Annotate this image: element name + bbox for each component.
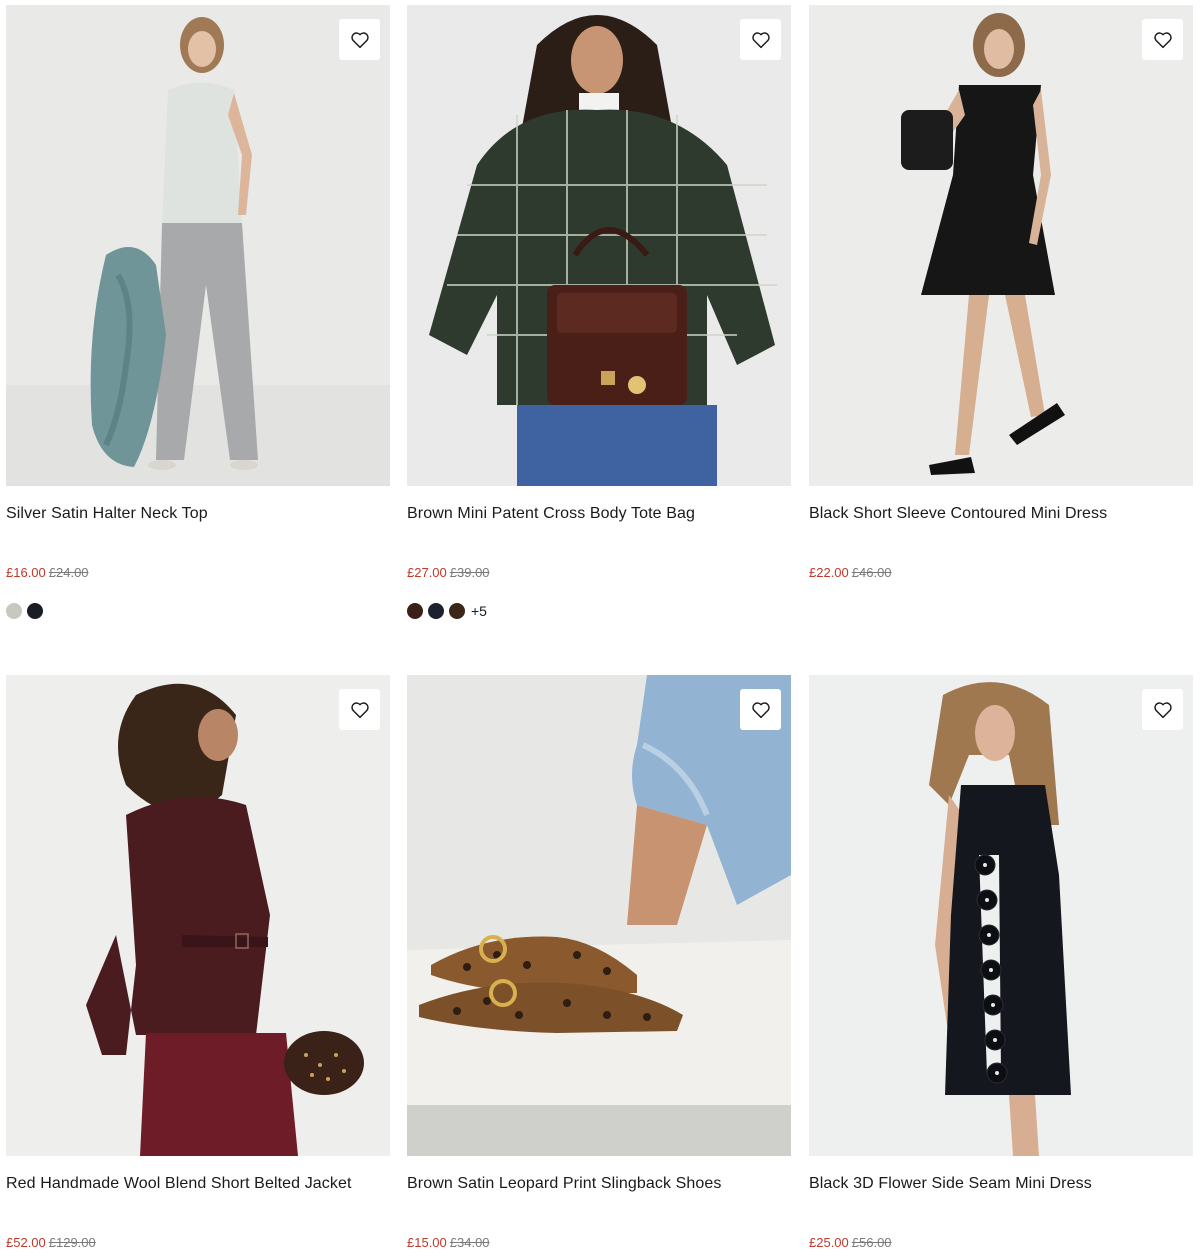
product-photo-tote-bag <box>407 5 791 486</box>
product-price: £52.00 £129.00 <box>6 1235 96 1250</box>
product-title[interactable]: Red Handmade Wool Blend Short Belted Jac… <box>6 1175 352 1193</box>
wishlist-button[interactable] <box>740 689 781 730</box>
product-photo-slingback-shoes <box>407 675 791 1156</box>
original-price: £39.00 <box>449 565 490 580</box>
product-card[interactable]: Black 3D Flower Side Seam Mini Dress £25… <box>809 675 1193 1250</box>
product-image[interactable] <box>407 5 791 486</box>
color-swatch[interactable] <box>6 603 22 619</box>
product-photo-flower-dress <box>809 675 1193 1156</box>
sale-price: £22.00 <box>809 565 849 580</box>
product-card[interactable]: Red Handmade Wool Blend Short Belted Jac… <box>6 675 390 1250</box>
product-price: £22.00 £46.00 <box>809 565 892 580</box>
product-image[interactable] <box>809 5 1193 486</box>
wishlist-button[interactable] <box>1142 19 1183 60</box>
original-price: £46.00 <box>851 565 892 580</box>
product-card[interactable]: Silver Satin Halter Neck Top £16.00 £24.0… <box>6 5 390 619</box>
product-card[interactable]: Brown Satin Leopard Print Slingback Shoe… <box>407 675 791 1250</box>
color-swatch[interactable] <box>407 603 423 619</box>
sale-price: £16.00 <box>6 565 46 580</box>
product-image[interactable] <box>6 5 390 486</box>
color-swatch[interactable] <box>27 603 43 619</box>
product-title[interactable]: Brown Satin Leopard Print Slingback Shoe… <box>407 1175 722 1193</box>
product-price: £25.00 £56.00 <box>809 1235 892 1250</box>
original-price: £56.00 <box>851 1235 892 1250</box>
product-title[interactable]: Black 3D Flower Side Seam Mini Dress <box>809 1175 1092 1193</box>
product-photo-halter-top <box>6 5 390 486</box>
heart-outline-icon <box>1153 31 1172 48</box>
sale-price: £52.00 <box>6 1235 46 1250</box>
product-image[interactable] <box>809 675 1193 1156</box>
heart-outline-icon <box>350 701 369 718</box>
wishlist-button[interactable] <box>339 19 380 60</box>
product-title[interactable]: Black Short Sleeve Contoured Mini Dress <box>809 505 1107 523</box>
color-swatches: +5 <box>407 603 487 619</box>
color-swatches <box>6 603 43 619</box>
product-photo-mini-dress <box>809 5 1193 486</box>
wishlist-button[interactable] <box>740 19 781 60</box>
sale-price: £27.00 <box>407 565 447 580</box>
heart-outline-icon <box>1153 701 1172 718</box>
more-colors-count[interactable]: +5 <box>471 603 487 619</box>
product-photo-belted-jacket <box>6 675 390 1156</box>
wishlist-button[interactable] <box>339 689 380 730</box>
product-image[interactable] <box>407 675 791 1156</box>
product-price: £27.00 £39.00 <box>407 565 490 580</box>
color-swatch[interactable] <box>428 603 444 619</box>
product-card[interactable]: Black Short Sleeve Contoured Mini Dress … <box>809 5 1193 580</box>
sale-price: £15.00 <box>407 1235 447 1250</box>
product-price: £15.00 £34.00 <box>407 1235 490 1250</box>
product-image[interactable] <box>6 675 390 1156</box>
original-price: £34.00 <box>449 1235 490 1250</box>
original-price: £129.00 <box>48 1235 96 1250</box>
product-price: £16.00 £24.00 <box>6 565 89 580</box>
heart-outline-icon <box>751 31 770 48</box>
product-card[interactable]: Brown Mini Patent Cross Body Tote Bag £2… <box>407 5 791 619</box>
wishlist-button[interactable] <box>1142 689 1183 730</box>
product-title[interactable]: Silver Satin Halter Neck Top <box>6 505 208 523</box>
sale-price: £25.00 <box>809 1235 849 1250</box>
original-price: £24.00 <box>48 565 89 580</box>
product-title[interactable]: Brown Mini Patent Cross Body Tote Bag <box>407 505 695 523</box>
heart-outline-icon <box>350 31 369 48</box>
heart-outline-icon <box>751 701 770 718</box>
product-grid: Silver Satin Halter Neck Top £16.00 £24.0… <box>0 0 1200 1252</box>
color-swatch[interactable] <box>449 603 465 619</box>
